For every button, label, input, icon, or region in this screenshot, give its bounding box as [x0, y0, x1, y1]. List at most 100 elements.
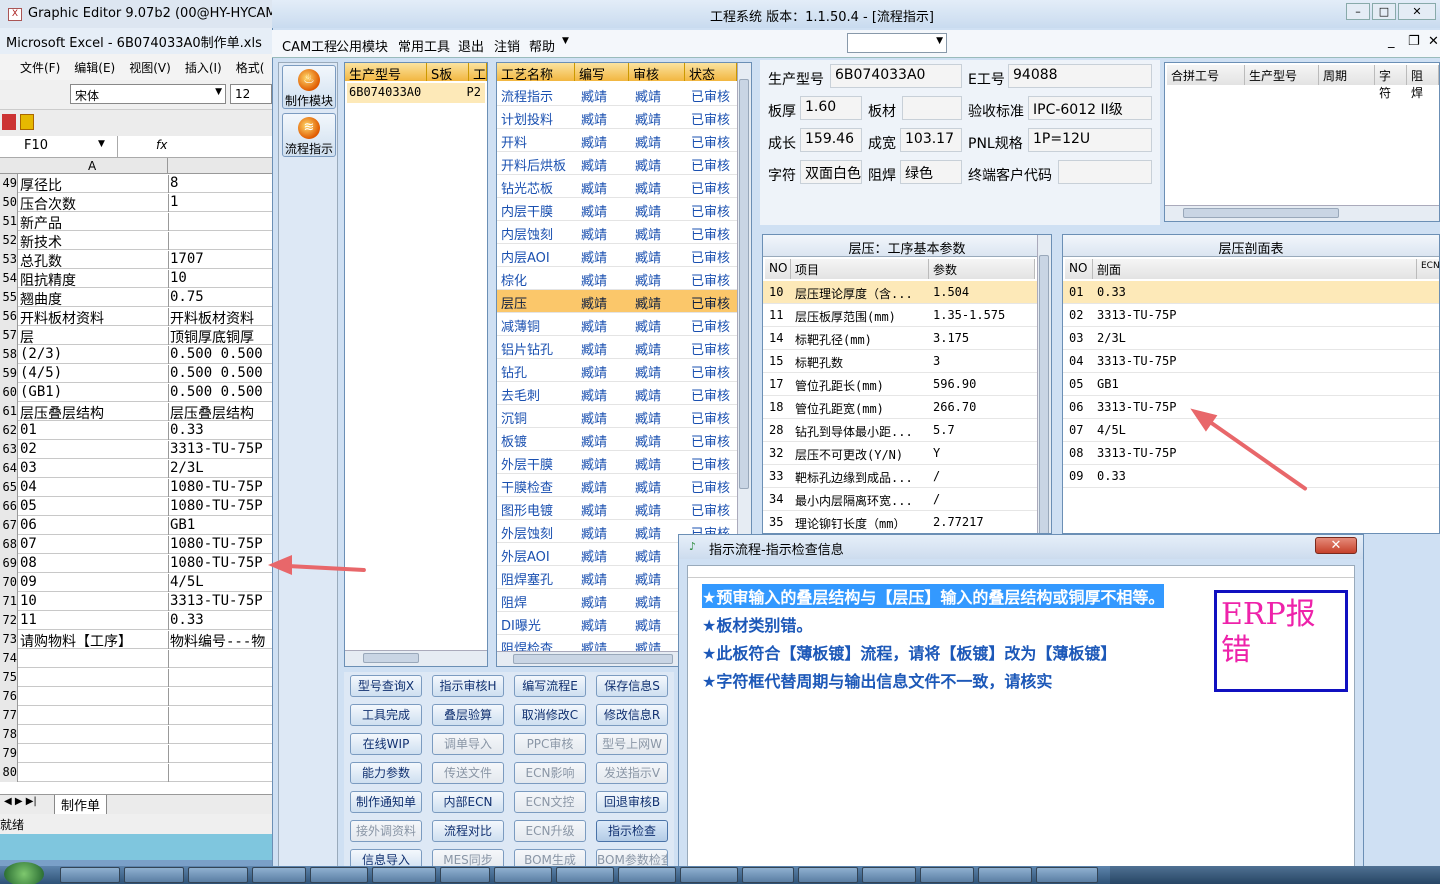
cell-a[interactable]: 层	[20, 327, 167, 347]
params-col-no[interactable]: NO	[765, 259, 791, 279]
excel-row[interactable]: 64 03 2/3L	[0, 459, 272, 478]
merge-col-job[interactable]: 合拼工号	[1167, 65, 1245, 85]
cell-b[interactable]: 0.33	[168, 612, 272, 630]
profile-row[interactable]: 04 3313-TU-75P	[1063, 350, 1439, 373]
action-button[interactable]: 叠层验算	[432, 704, 504, 726]
cell-b[interactable]: 10	[168, 270, 272, 288]
action-button[interactable]: 传送文件	[432, 762, 504, 784]
action-button[interactable]: 能力参数	[350, 762, 422, 784]
taskbar-item[interactable]	[798, 867, 858, 883]
process-row[interactable]: 图形电镀 臧靖 臧靖 已审核	[497, 497, 737, 520]
flow-guide-button[interactable]: ≋ 流程指示	[282, 113, 336, 157]
material-field[interactable]	[902, 96, 962, 120]
process-row[interactable]: 内层蚀刻 臧靖 臧靖 已审核	[497, 221, 737, 244]
excel-row[interactable]: 67 06 GB1	[0, 516, 272, 535]
thickness-field[interactable]: 1.60	[800, 96, 862, 120]
cell-b[interactable]	[168, 650, 272, 668]
soldermask-field[interactable]: 绿色	[900, 160, 962, 184]
cell-a[interactable]: 层压叠层结构	[20, 403, 167, 423]
cell-a[interactable]: 01	[20, 422, 167, 438]
action-button[interactable]: ECN影响	[514, 762, 586, 784]
row-number[interactable]: 79	[0, 744, 18, 763]
process-row[interactable]: 铝片钻孔 臧靖 臧靖 已审核	[497, 336, 737, 359]
character-field[interactable]: 双面白色	[800, 160, 862, 184]
taskbar-item[interactable]	[372, 867, 436, 883]
process-row[interactable]: 钻孔 臧靖 臧靖 已审核	[497, 359, 737, 382]
process-row[interactable]: 减薄铜 臧靖 臧靖 已审核	[497, 313, 737, 336]
row-number[interactable]: 53	[0, 250, 18, 269]
action-button[interactable]: 修改信息R	[596, 704, 668, 726]
cell-b[interactable]	[168, 764, 272, 782]
excel-menu-insert[interactable]: 插入(I)	[185, 59, 222, 80]
process-row[interactable]: 流程指示 臧靖 臧靖 已审核	[497, 83, 737, 106]
row-number[interactable]: 71	[0, 592, 18, 611]
profile-row[interactable]: 09 0.33	[1063, 465, 1439, 488]
excel-row[interactable]: 54 阻抗精度 10	[0, 269, 272, 289]
merge-hscrollbar[interactable]	[1165, 205, 1439, 221]
param-row[interactable]: 18 管位孔距宽(mm) 266.70	[763, 396, 1051, 419]
merge-col-mask[interactable]: 阻焊	[1407, 65, 1439, 100]
cell-a[interactable]: 04	[20, 479, 167, 495]
excel-row[interactable]: 79	[0, 744, 272, 763]
menu-combo-select[interactable]: ▼	[847, 33, 947, 53]
row-number[interactable]: 64	[0, 459, 18, 478]
cell-a[interactable]: 开料板材资料	[20, 308, 167, 328]
cell-a[interactable]: (4/5)	[20, 365, 167, 381]
start-button[interactable]	[4, 862, 44, 884]
cell-a[interactable]: 05	[20, 498, 167, 514]
row-number[interactable]: 51	[0, 212, 18, 231]
namebox-dropdown-icon[interactable]: ▼	[98, 139, 105, 149]
col-header-model[interactable]: 生产型号	[345, 63, 427, 81]
excel-row[interactable]: 63 02 3313-TU-75P	[0, 440, 272, 459]
excel-menu-view[interactable]: 视图(V)	[129, 59, 171, 80]
scroll-thumb[interactable]	[513, 654, 673, 664]
taskbar-item[interactable]	[252, 867, 306, 883]
process-row[interactable]: 干膜检查 臧靖 臧靖 已审核	[497, 474, 737, 497]
param-row[interactable]: 32 层压不可更改(Y/N) Y	[763, 442, 1051, 465]
param-row[interactable]: 35 理论铆钉长度（mm） 2.77217	[763, 511, 1051, 533]
taskbar-item[interactable]	[618, 867, 676, 883]
action-button[interactable]: ECN文控	[514, 791, 586, 813]
profile-col-section[interactable]: 剖面	[1093, 259, 1417, 279]
process-row[interactable]: 外层干膜 臧靖 臧靖 已审核	[497, 451, 737, 474]
menu-help-dropdown-icon[interactable]: ▼	[562, 36, 569, 46]
merge-col-period[interactable]: 周期	[1319, 65, 1375, 85]
row-number[interactable]: 49	[0, 174, 18, 193]
cell-a[interactable]: 08	[20, 555, 167, 571]
excel-row[interactable]: 77	[0, 706, 272, 725]
param-row[interactable]: 28 钻孔到导体最小距... 5.7	[763, 419, 1051, 442]
minimize-button[interactable]: –	[1346, 3, 1370, 20]
cell-a[interactable]: 10	[20, 593, 167, 609]
cell-b[interactable]: 1080-TU-75P	[168, 555, 272, 573]
excel-menu-format[interactable]: 格式(	[236, 59, 265, 80]
cell-a[interactable]: 新产品	[20, 213, 167, 233]
main-titlebar[interactable]: 工程系统 版本：1.1.50.4 - [流程指示] – □ ✕	[272, 0, 1440, 28]
cell-a[interactable]: 07	[20, 536, 167, 552]
cell-b[interactable]: 顶铜厚底铜厚	[168, 327, 272, 345]
excel-row[interactable]: 53 总孔数 1707	[0, 250, 272, 271]
cell-b[interactable]: 0.500 0.500	[168, 346, 272, 364]
cell-a[interactable]: 压合次数	[20, 194, 167, 214]
excel-titlebar[interactable]: Microsoft Excel - 6B074033A0制作单.xls	[0, 28, 272, 54]
excel-row[interactable]: 70 09 4/5L	[0, 573, 272, 592]
cell-b[interactable]: 0.75	[168, 289, 272, 307]
param-row[interactable]: 10 层压理论厚度（含... 1.504	[763, 281, 1051, 304]
cell-b[interactable]	[168, 688, 272, 706]
param-row[interactable]: 34 最小内层隔离环宽... /	[763, 488, 1051, 511]
excel-row[interactable]: 60 (GB1) 0.500 0.500	[0, 383, 272, 402]
dialog-close-button[interactable]: ✕	[1315, 537, 1357, 554]
excel-row[interactable]: 71 10 3313-TU-75P	[0, 592, 272, 611]
cell-a[interactable]: 03	[20, 460, 167, 476]
cell-a[interactable]: 翘曲度	[20, 289, 167, 309]
excel-grid[interactable]: 49 厚径比 8 50 压合次数 1 51 新产品 52 新技术 53 总孔数 1707 54 阻抗精度 10…	[0, 174, 272, 794]
taskbar-item[interactable]	[60, 867, 120, 883]
cell-b[interactable]: 1	[168, 194, 272, 212]
width-field[interactable]: 103.17	[900, 128, 962, 152]
cell-b[interactable]: 8	[168, 175, 272, 193]
process-row[interactable]: 钻光芯板 臧靖 臧靖 已审核	[497, 175, 737, 198]
dialog-titlebar[interactable]: ♪ 指示流程-指示检查信息 ✕	[679, 535, 1363, 559]
cell-a[interactable]: 总孔数	[20, 251, 167, 271]
action-button[interactable]: 指示检查	[596, 820, 668, 842]
cell-b[interactable]	[168, 726, 272, 744]
excel-row[interactable]: 55 翘曲度 0.75	[0, 288, 272, 309]
